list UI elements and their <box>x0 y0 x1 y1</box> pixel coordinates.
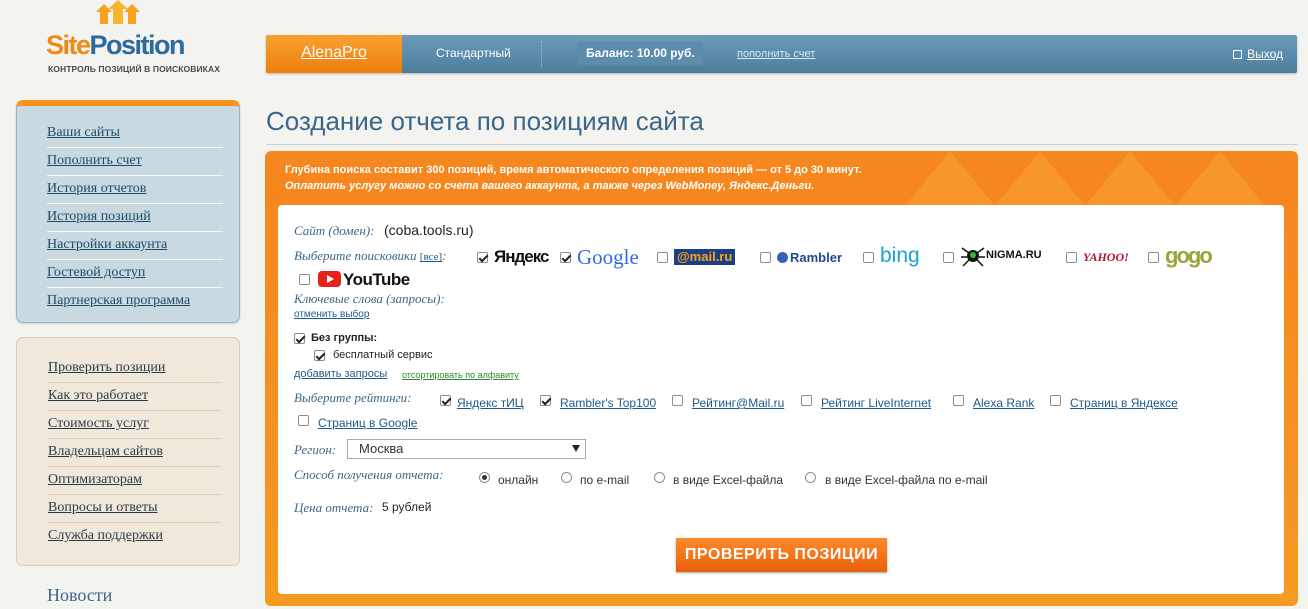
rating-mailru[interactable]: Рейтинг@Mail.ru <box>692 396 784 410</box>
menu-item-pricing[interactable]: Стоимость услуг <box>48 411 221 439</box>
delivery-radio-email[interactable] <box>561 472 572 483</box>
rating-checkbox-alexa[interactable] <box>953 395 964 406</box>
menu-item-partner-program[interactable]: Партнерская программа <box>47 288 223 316</box>
topbar-divider <box>541 41 542 67</box>
google-logo-icon: Google <box>577 245 639 269</box>
delivery-option-excel-email: в виде Excel-файла по e-mail <box>825 473 988 487</box>
delivery-radio-excel[interactable] <box>654 472 665 483</box>
dropdown-caret-icon <box>572 445 580 452</box>
engine-checkbox-bing[interactable] <box>863 252 874 263</box>
menu-item-how-it-works[interactable]: Как это работает <box>48 383 221 411</box>
logout-label: Выход <box>1247 47 1283 61</box>
region-select[interactable]: Москва <box>347 439 586 459</box>
panel-decoration <box>905 151 995 206</box>
engine-checkbox-yandex[interactable] <box>477 252 488 263</box>
title-divider <box>266 144 1298 145</box>
logout-icon <box>1233 50 1243 59</box>
engine-checkbox-google[interactable] <box>560 252 571 263</box>
add-queries-link[interactable]: добавить запросы <box>294 368 387 380</box>
engine-checkbox-nigma[interactable] <box>943 252 954 263</box>
balance-badge: Баланс: 10.00 руб. <box>578 42 703 65</box>
rating-yandex-tic[interactable]: Яндекс тИЦ <box>457 396 524 410</box>
delivery-option-online: онлайн <box>498 473 539 487</box>
menu-item-account-settings[interactable]: Настройки аккаунта <box>47 232 223 260</box>
rating-checkbox-yandex-tic[interactable] <box>440 395 451 406</box>
username-link[interactable]: AlenaPro <box>266 35 402 73</box>
yahoo-logo-icon: YAHOO! <box>1083 250 1129 264</box>
delivery-radio-excel-email[interactable] <box>805 472 816 483</box>
panel-decoration <box>995 151 1085 206</box>
price-value: 5 рублей <box>382 500 432 514</box>
logout-link[interactable]: Выход <box>1233 47 1283 61</box>
rating-checkbox-google-pages[interactable] <box>298 415 309 426</box>
engine-checkbox-youtube[interactable] <box>299 274 310 285</box>
rating-checkbox-rambler-top100[interactable] <box>540 395 551 406</box>
menu-item-support[interactable]: Служба поддержки <box>48 523 221 551</box>
panel-decoration <box>1085 151 1175 206</box>
youtube-logo-icon: YouTube <box>318 270 410 290</box>
mailru-logo-icon: @mail.ru <box>674 249 736 265</box>
menu-item-guest-access[interactable]: Гостевой доступ <box>47 260 223 288</box>
rating-checkbox-yandex-pages[interactable] <box>1050 395 1061 406</box>
menu-item-sites[interactable]: Ваши сайты <box>47 120 223 148</box>
news-heading[interactable]: Новости <box>47 585 112 606</box>
nigma-logo-icon: NIGMA.RU <box>960 243 1042 267</box>
keyword-checkbox[interactable] <box>314 350 325 361</box>
menu-item-check-positions[interactable]: Проверить позиции <box>48 355 221 383</box>
panel-decoration <box>1175 151 1265 206</box>
cancel-selection-link[interactable]: отменить выбор <box>294 309 369 320</box>
menu-item-report-history[interactable]: История отчетов <box>47 176 223 204</box>
page-title: Создание отчета по позициям сайта <box>266 106 704 136</box>
engine-checkbox-rambler[interactable] <box>760 252 771 263</box>
menu-item-optimizers[interactable]: Оптимизаторам <box>48 467 221 495</box>
menu-item-position-history[interactable]: История позиций <box>47 204 223 232</box>
site-value: (coba.tools.ru) <box>384 222 474 238</box>
info-menu: Проверить позиции Как это работает Стоим… <box>16 337 240 566</box>
plan-name: Стандартный <box>436 46 511 60</box>
rating-yandex-pages[interactable]: Страниц в Яндексе <box>1070 396 1178 410</box>
menu-item-faq[interactable]: Вопросы и ответы <box>48 495 221 523</box>
keywords-label: Ключевые слова (запросы): <box>294 291 445 306</box>
rating-checkbox-mailru[interactable] <box>672 395 683 406</box>
logo-arrows-icon <box>96 0 140 24</box>
check-positions-button[interactable]: ПРОВЕРИТЬ ПОЗИЦИИ <box>676 538 887 572</box>
group-label: Без группы: <box>311 332 378 344</box>
delivery-option-email: по e-mail <box>580 473 630 487</box>
menu-item-topup[interactable]: Пополнить счет <box>47 148 223 176</box>
search-depth-note: Глубина поиска составит 300 позиций, вре… <box>285 164 862 176</box>
topup-link[interactable]: пополнить счет <box>737 48 815 60</box>
delivery-radio-online[interactable] <box>479 472 490 483</box>
price-label: Цена отчета: <box>294 500 374 515</box>
delivery-option-excel: в виде Excel-файла <box>673 473 784 487</box>
logo-tagline: КОНТРОЛЬ ПОЗИЦИЙ В ПОИСКОВИКАХ <box>48 64 220 74</box>
rating-liveinternet[interactable]: Рейтинг LiveInternet <box>821 396 931 410</box>
engine-checkbox-gogo[interactable] <box>1148 252 1159 263</box>
region-value: Москва <box>359 441 404 456</box>
engine-checkbox-mailru[interactable] <box>657 252 668 263</box>
site-label: Сайт (домен): <box>294 223 375 238</box>
keyword-label: бесплатный сервис <box>333 349 433 361</box>
rating-google-pages[interactable]: Страниц в Google <box>318 416 417 430</box>
top-bar: AlenaPro Стандартный Баланс: 10.00 руб. … <box>266 35 1297 73</box>
rambler-logo-icon: Rambler <box>777 250 842 265</box>
account-menu: Ваши сайты Пополнить счет История отчето… <box>16 100 240 323</box>
engine-checkbox-yahoo[interactable] <box>1066 252 1077 263</box>
region-label: Регион: <box>294 442 337 457</box>
yandex-logo-icon: Яндекс <box>494 247 549 266</box>
delivery-label: Способ получения отчета: <box>294 467 444 482</box>
bing-logo-icon: bing <box>880 244 920 267</box>
rating-checkbox-liveinternet[interactable] <box>801 395 812 406</box>
engines-label: Выберите поисковики [все]: <box>294 248 447 263</box>
payment-note: Оплатить услугу можно со счета вашего ак… <box>285 180 815 192</box>
ratings-label: Выберите рейтинги: <box>294 390 412 405</box>
rating-rambler-top100[interactable]: Rambler's Top100 <box>560 396 656 410</box>
rating-alexa[interactable]: Alexa Rank <box>973 396 1034 410</box>
logo-wordmark: SitePosition <box>46 30 186 60</box>
sort-alpha-link[interactable]: отсортировать по алфавиту <box>402 370 519 380</box>
menu-item-site-owners[interactable]: Владельцам сайтов <box>48 439 221 467</box>
gogo-logo-icon: gogo <box>1165 243 1213 268</box>
select-all-engines-link[interactable]: [все] <box>420 251 442 263</box>
site-logo[interactable]: SitePosition КОНТРОЛЬ ПОЗИЦИЙ В ПОИСКОВИ… <box>44 0 220 80</box>
group-checkbox[interactable] <box>294 333 305 344</box>
